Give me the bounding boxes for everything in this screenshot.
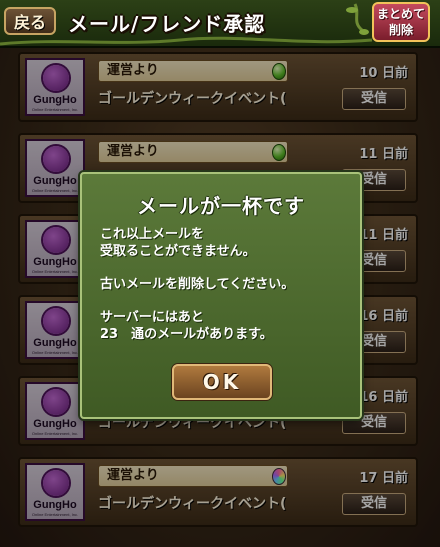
bulk-delete-line1: まとめて [376, 7, 425, 21]
dialog-line: 古いメールを削除してください。 [100, 277, 295, 292]
dialog-line: 23 通のメールがあります。 [100, 327, 273, 342]
page-title: メール/フレンド承認 [68, 12, 266, 36]
ok-button[interactable]: OK [172, 364, 272, 400]
dialog-line: 受取ることができません。 [100, 244, 256, 259]
mailbox-full-dialog: メールが一杯です これ以上メールを 受取ることができません。 古いメールを削除し… [80, 172, 362, 419]
top-bar: 戻る メール/フレンド承認 まとめて 削除 [0, 0, 440, 48]
dialog-message: これ以上メールを 受取ることができません。 古いメールを削除してください。 サー… [100, 226, 350, 343]
dialog-title: メールが一杯です [137, 194, 305, 218]
dialog-line: サーバーにはあと [100, 310, 204, 325]
bulk-delete-button[interactable]: まとめて 削除 [372, 2, 430, 42]
dialog-line: これ以上メールを [100, 227, 205, 242]
back-button[interactable]: 戻る [4, 7, 56, 35]
bulk-delete-line2: 削除 [388, 23, 413, 37]
